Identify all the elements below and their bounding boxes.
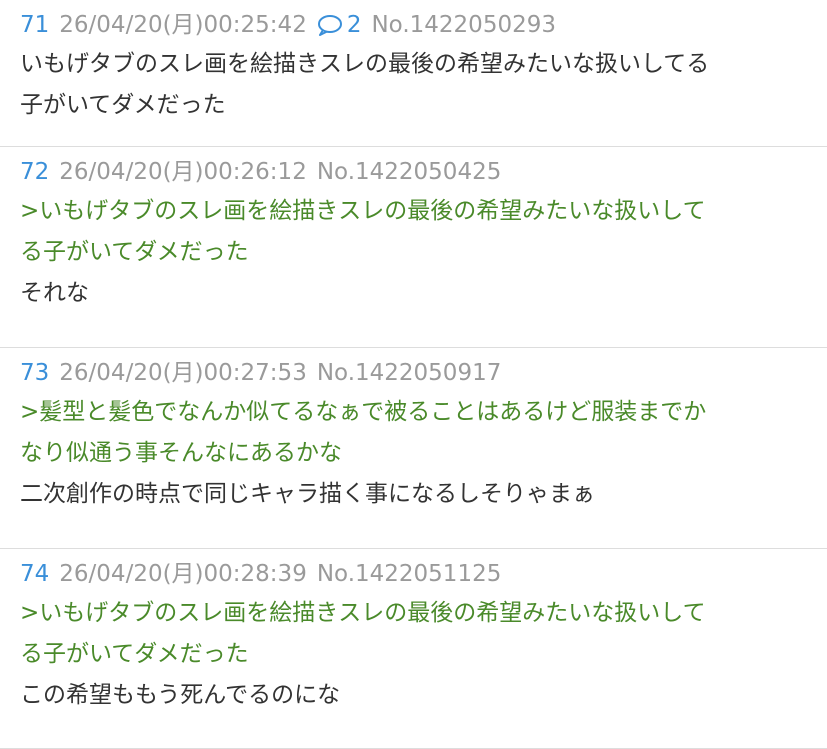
speech-bubble-icon: [317, 15, 342, 36]
reply-count-link[interactable]: 2: [317, 10, 362, 40]
post-id[interactable]: No.1422050425: [317, 157, 502, 187]
post-header: 74 26/04/20(月)00:28:39 No.1422051125: [20, 559, 807, 589]
quote-line[interactable]: なり似通う事そんなにあるかな: [20, 433, 807, 474]
quote-line[interactable]: >いもげタブのスレ画を絵描きスレの最後の希望みたいな扱いして: [20, 593, 807, 634]
post: 72 26/04/20(月)00:26:12 No.1422050425 >いも…: [0, 147, 827, 348]
post-header: 71 26/04/20(月)00:25:42 2 No.1422050293: [20, 10, 807, 40]
post-text-line: 子がいてダメだった: [20, 92, 226, 118]
post-body: いもげタブのスレ画を絵描きスレの最後の希望みたいな扱いしてる 子がいてダメだった: [20, 44, 807, 126]
thread: 71 26/04/20(月)00:25:42 2 No.1422050293 い…: [0, 0, 827, 749]
post-header: 72 26/04/20(月)00:26:12 No.1422050425: [20, 157, 807, 187]
post-number[interactable]: 71: [20, 10, 49, 40]
post-body: >髪型と髪色でなんか似てるなぁで被ることはあるけど服装までか なり似通う事そんな…: [20, 392, 807, 515]
quote-line[interactable]: る子がいてダメだった: [20, 634, 807, 675]
post-date: 26/04/20(月)00:26:12: [59, 159, 307, 185]
post-header: 73 26/04/20(月)00:27:53 No.1422050917: [20, 358, 807, 388]
post-number[interactable]: 73: [20, 358, 49, 388]
post: 73 26/04/20(月)00:27:53 No.1422050917 >髪型…: [0, 348, 827, 549]
post-text-line: それな: [20, 280, 89, 306]
post-date: 26/04/20(月)00:25:42: [59, 12, 307, 38]
post: 71 26/04/20(月)00:25:42 2 No.1422050293 い…: [0, 0, 827, 147]
post: 74 26/04/20(月)00:28:39 No.1422051125 >いも…: [0, 549, 827, 749]
post-id[interactable]: No.1422051125: [317, 559, 502, 589]
post-body: >いもげタブのスレ画を絵描きスレの最後の希望みたいな扱いして る子がいてダメだっ…: [20, 191, 807, 314]
post-text-line: 二次創作の時点で同じキャラ描く事になるしそりゃまぁ: [20, 481, 595, 507]
post-body: >いもげタブのスレ画を絵描きスレの最後の希望みたいな扱いして る子がいてダメだっ…: [20, 593, 807, 716]
post-date: 26/04/20(月)00:28:39: [59, 561, 307, 587]
post-text-line: いもげタブのスレ画を絵描きスレの最後の希望みたいな扱いしてる: [20, 51, 710, 77]
post-date: 26/04/20(月)00:27:53: [59, 360, 307, 386]
post-id[interactable]: No.1422050917: [317, 358, 502, 388]
post-number[interactable]: 74: [20, 559, 49, 589]
quote-line[interactable]: る子がいてダメだった: [20, 232, 807, 273]
quote-line[interactable]: >髪型と髪色でなんか似てるなぁで被ることはあるけど服装までか: [20, 392, 807, 433]
post-text-line: この希望ももう死んでるのにな: [20, 682, 341, 708]
quote-line[interactable]: >いもげタブのスレ画を絵描きスレの最後の希望みたいな扱いして: [20, 191, 807, 232]
post-number[interactable]: 72: [20, 157, 49, 187]
post-id[interactable]: No.1422050293: [371, 10, 556, 40]
reply-count: 2: [346, 12, 362, 38]
